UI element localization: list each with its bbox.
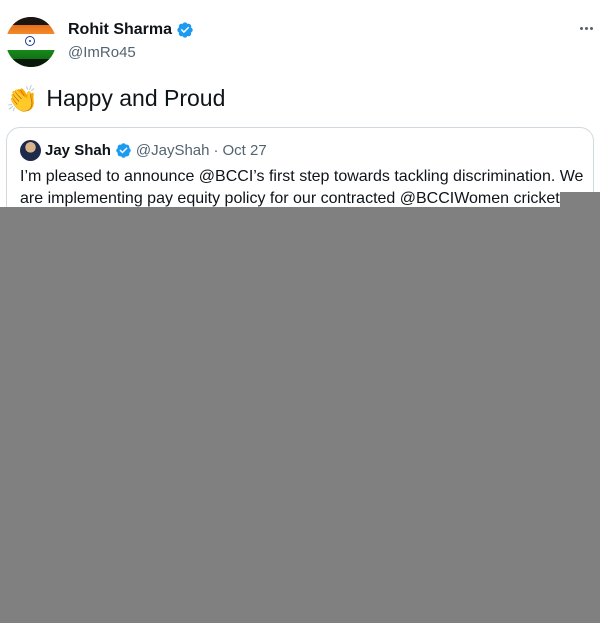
tweet-text: 👏 Happy and Proud	[6, 85, 225, 112]
tweet-text-body: Happy and Proud	[46, 85, 226, 111]
redaction-overlay-step	[560, 192, 600, 208]
author-handle[interactable]: @ImRo45	[68, 44, 136, 61]
more-dot	[579, 26, 583, 30]
quoted-author-row: Jay Shah @JayShah · Oct 27	[45, 142, 267, 159]
quoted-author-avatar[interactable]	[20, 140, 41, 161]
ashoka-chakra-icon	[25, 36, 35, 46]
redaction-overlay	[0, 207, 600, 623]
author-display-name[interactable]: Rohit Sharma	[68, 21, 172, 39]
more-options-icon[interactable]	[576, 18, 596, 38]
avatar-bottom-silhouette	[6, 59, 56, 67]
avatar-top-silhouette	[6, 17, 56, 25]
author-avatar[interactable]	[6, 17, 56, 67]
author-name-row[interactable]: Rohit Sharma	[68, 21, 194, 39]
verified-badge-icon	[116, 143, 131, 158]
quoted-tweet-date[interactable]: Oct 27	[222, 142, 266, 159]
quoted-author-name[interactable]: Jay Shah	[45, 142, 111, 159]
quoted-tweet-body: I’m pleased to announce @BCCI’s first st…	[20, 168, 584, 207]
more-dot	[589, 26, 593, 30]
more-dot	[584, 26, 588, 30]
clapping-hands-icon: 👏	[6, 83, 39, 114]
verified-badge-icon	[177, 22, 193, 38]
quoted-author-handle[interactable]: @JayShah	[136, 142, 210, 159]
separator-dot: ·	[213, 142, 219, 159]
